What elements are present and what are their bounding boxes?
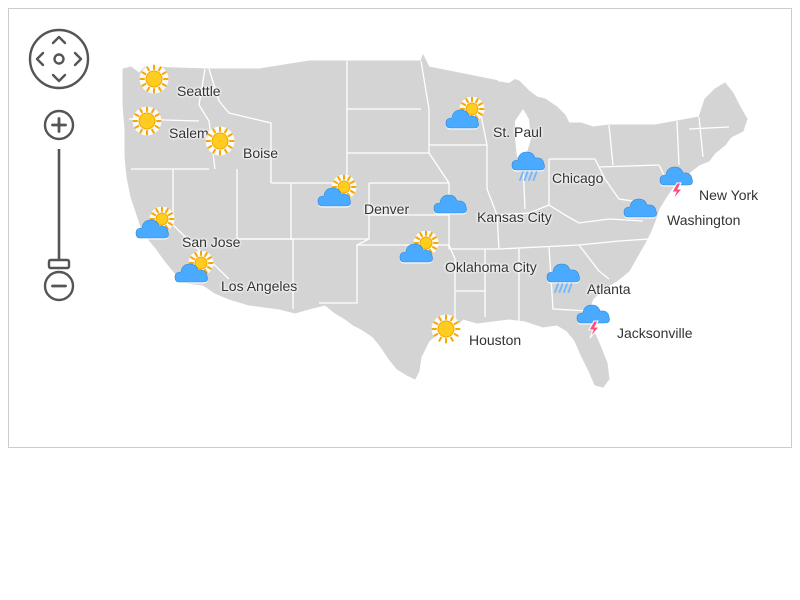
city-label-houston: Houston xyxy=(469,332,522,348)
city-label-los-angeles: Los Angeles xyxy=(221,278,298,294)
sun-icon[interactable] xyxy=(426,309,466,354)
rain-cloud-icon[interactable] xyxy=(509,147,549,192)
partly-cloudy-icon[interactable] xyxy=(135,206,175,252)
city-label-seattle: Seattle xyxy=(177,83,221,99)
city-label-boise: Boise xyxy=(243,145,279,161)
city-label-jacksonville: Jacksonville xyxy=(617,325,693,341)
pan-arrows-icon[interactable] xyxy=(28,28,90,90)
city-label-new-york: New York xyxy=(699,187,759,203)
map-viewport[interactable]: Seattle Salem Boise St. Paul Chicago New Y… xyxy=(8,8,792,448)
sun-icon[interactable] xyxy=(134,59,174,104)
rain-cloud-icon[interactable] xyxy=(544,259,584,304)
city-label-oklahoma-city: Oklahoma City xyxy=(445,259,537,275)
sun-icon[interactable] xyxy=(200,121,240,166)
partly-cloudy-icon[interactable] xyxy=(174,250,214,296)
us-map[interactable] xyxy=(9,9,791,447)
city-label-denver: Denver xyxy=(364,201,410,217)
thunder-cloud-icon[interactable] xyxy=(657,163,697,208)
zoom-handle[interactable] xyxy=(47,258,71,270)
thunder-cloud-icon[interactable] xyxy=(574,301,614,346)
cloud-icon[interactable] xyxy=(621,189,661,234)
cloud-icon[interactable] xyxy=(431,185,471,230)
city-label-st-paul: St. Paul xyxy=(493,124,543,140)
partly-cloudy-icon[interactable] xyxy=(399,230,439,276)
sun-icon[interactable] xyxy=(127,101,167,146)
partly-cloudy-icon[interactable] xyxy=(445,96,485,142)
zoom-out-button[interactable] xyxy=(43,270,75,302)
city-label-san-jose: San Jose xyxy=(182,234,241,250)
city-label-kansas-city: Kansas City xyxy=(477,209,552,225)
partly-cloudy-icon[interactable] xyxy=(317,174,357,220)
city-label-atlanta: Atlanta xyxy=(587,281,631,297)
city-label-washington: Washington xyxy=(667,212,741,228)
map-controls xyxy=(28,28,90,302)
zoom-slider[interactable] xyxy=(47,149,71,270)
city-label-chicago: Chicago xyxy=(552,170,604,186)
zoom-in-button[interactable] xyxy=(43,109,75,141)
